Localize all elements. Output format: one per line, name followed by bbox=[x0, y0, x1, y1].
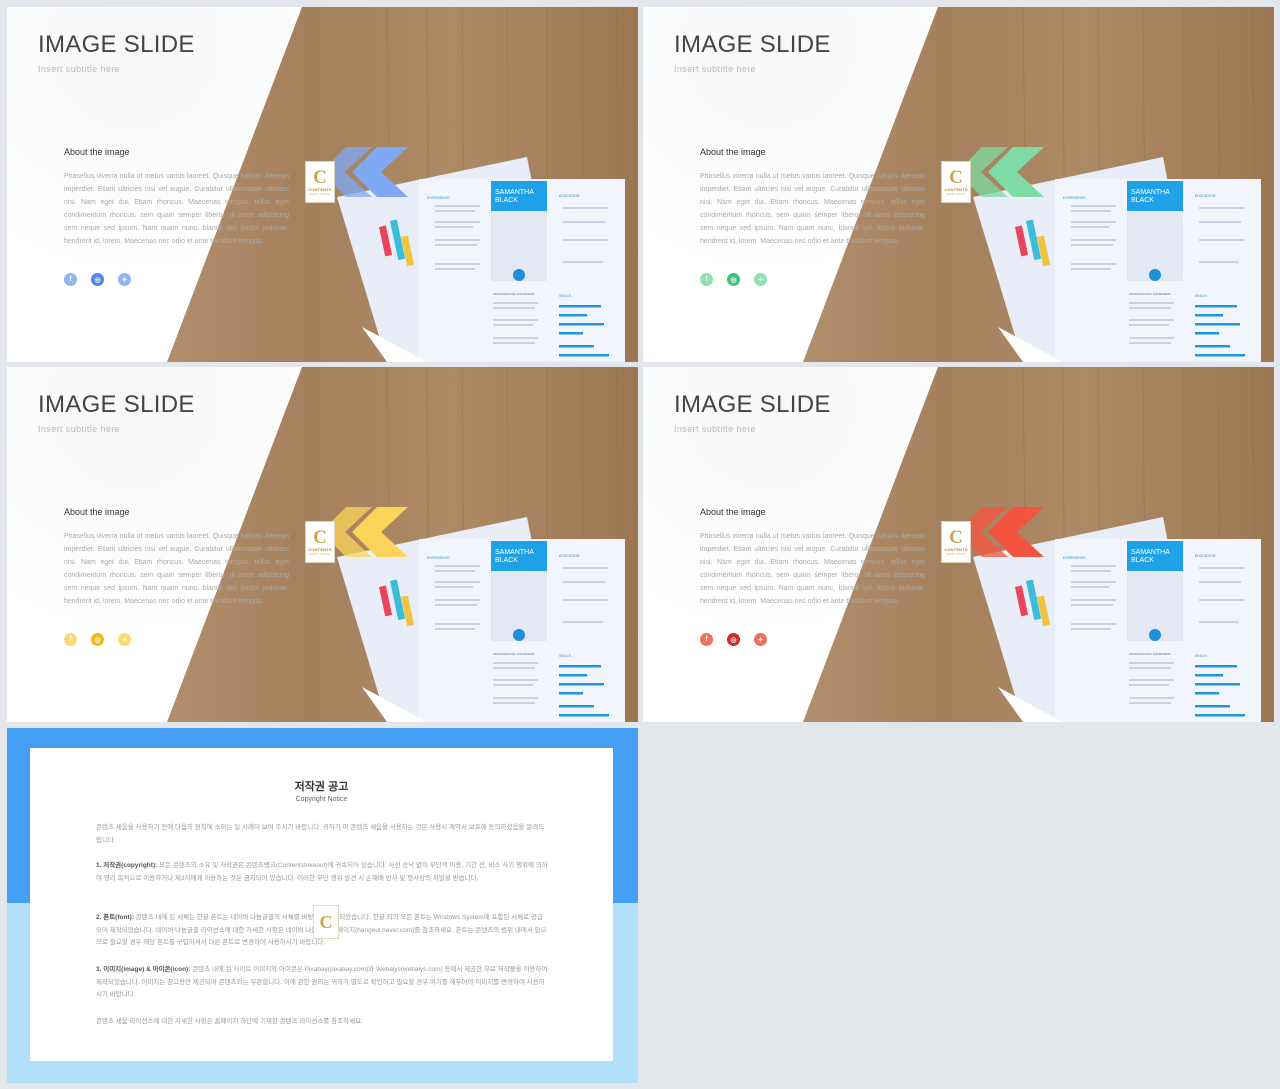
facebook-icon[interactable]: f bbox=[700, 273, 713, 286]
logo-watermark: C bbox=[313, 905, 339, 939]
resume-name-banner bbox=[491, 541, 547, 571]
logo-subtext: BANK STORE bbox=[946, 551, 966, 556]
slide-subtitle: Insert subtitle here bbox=[38, 64, 121, 74]
about-heading: About the image bbox=[700, 147, 766, 157]
resume-avatar-icon bbox=[513, 629, 525, 641]
social-icons: f ◎ ✦ bbox=[64, 633, 131, 646]
resume-name-banner bbox=[1127, 181, 1183, 211]
about-body-text: Phasellus viverra nulla ut metus varius … bbox=[64, 173, 289, 245]
slide-thumbnail-4[interactable]: SAMANTHA BLACK EXPERIENCE EDUCATION SKIL… bbox=[643, 367, 1274, 722]
brand-logo: C CONTENTS BANK STORE bbox=[305, 161, 335, 203]
slide-subtitle: Insert subtitle here bbox=[674, 64, 757, 74]
brand-logo: C CONTENTS BANK STORE bbox=[941, 521, 971, 563]
resume-section-skills: SKILLS bbox=[559, 654, 572, 658]
slide-thumbnail-3[interactable]: SAMANTHA BLACK EXPERIENCE EDUCATION SKIL… bbox=[7, 367, 638, 722]
resume-section-experience: EXPERIENCE bbox=[427, 556, 450, 560]
resume-section-statement: PROFESSIONAL STATEMENT bbox=[1129, 652, 1171, 656]
notice-card: 저작권 공고 Copyright Notice 콘텐츠 세움을 사용하기 전에 … bbox=[30, 748, 613, 1061]
resume-name-line1: SAMANTHA bbox=[495, 549, 534, 556]
social-icons: f ◎ ✦ bbox=[700, 633, 767, 646]
notice-item-label: 1. 저작권(copyright): bbox=[96, 862, 158, 869]
twitter-icon[interactable]: ✦ bbox=[118, 633, 131, 646]
logo-letter: C bbox=[949, 166, 963, 188]
instagram-icon[interactable]: ◎ bbox=[91, 633, 104, 646]
notice-title: 저작권 공고 bbox=[294, 781, 349, 793]
slide-thumbnail-2[interactable]: SAMANTHA BLACK EXPERIENCE EDUCATION SKIL… bbox=[643, 7, 1274, 362]
notice-item-copyright: 1. 저작권(copyright): 모든 콘텐츠의 소유 및 저작권은 콘텐츠… bbox=[96, 860, 548, 885]
notice-footer: 콘텐츠 세움 라이선스에 대한 자세한 사항은 홈페이지 하단에 기재된 콘텐츠… bbox=[96, 1018, 363, 1025]
resume-name-line2: BLACK bbox=[1131, 197, 1154, 204]
instagram-icon[interactable]: ◎ bbox=[91, 273, 104, 286]
twitter-icon[interactable]: ✦ bbox=[754, 633, 767, 646]
notice-intro: 콘텐츠 세움을 사용하기 전에 다음의 원칙에 소하는 일 사례이 보여 주시기… bbox=[96, 824, 545, 844]
notice-subtitle: Copyright Notice bbox=[295, 796, 348, 803]
logo-subtext: BANK STORE bbox=[310, 551, 330, 556]
slide-thumbnail-copyright-notice[interactable]: 저작권 공고 Copyright Notice 콘텐츠 세움을 사용하기 전에 … bbox=[7, 728, 638, 1083]
resume-section-education: EDUCATION bbox=[559, 194, 580, 198]
logo-letter: C bbox=[949, 526, 963, 548]
about-heading: About the image bbox=[700, 507, 766, 517]
slide-title: IMAGE SLIDE bbox=[38, 391, 195, 418]
logo-subtext: BANK STORE bbox=[946, 191, 966, 196]
notice-item-text: 모든 콘텐츠의 소유 및 저작권은 콘텐츠뱅크(Contentstokeout)… bbox=[96, 862, 548, 882]
resume-section-statement: PROFESSIONAL STATEMENT bbox=[493, 292, 535, 296]
logo-letter: C bbox=[313, 526, 327, 548]
slide-title: IMAGE SLIDE bbox=[674, 391, 831, 418]
logo-letter: C bbox=[313, 166, 327, 188]
logo-subtext: BANK STORE bbox=[310, 191, 330, 196]
resume-section-education: EDUCATION bbox=[1195, 554, 1216, 558]
resume-name-line1: SAMANTHA bbox=[1131, 189, 1170, 196]
resume-name-banner bbox=[1127, 541, 1183, 571]
facebook-icon[interactable]: f bbox=[64, 633, 77, 646]
resume-name-line1: SAMANTHA bbox=[1131, 549, 1170, 556]
resume-section-skills: SKILLS bbox=[1195, 294, 1208, 298]
resume-section-statement: PROFESSIONAL STATEMENT bbox=[1129, 292, 1171, 296]
facebook-icon[interactable]: f bbox=[700, 633, 713, 646]
resume-name-line1: SAMANTHA bbox=[495, 189, 534, 196]
about-body-text: Phasellus viverra nulla ut metus varius … bbox=[700, 533, 925, 605]
instagram-icon[interactable]: ◎ bbox=[727, 273, 740, 286]
logo-letter: C bbox=[319, 911, 333, 932]
slide-thumbnail-grid: SAMANTHA BLACK EXPERIENCE EDUCATION SKIL… bbox=[0, 0, 1280, 1089]
slide-thumbnail-1[interactable]: SAMANTHA BLACK EXPERIENCE EDUCATION SKIL… bbox=[7, 7, 638, 362]
resume-avatar-icon bbox=[1149, 269, 1161, 281]
about-heading: About the image bbox=[64, 147, 130, 157]
slide-subtitle: Insert subtitle here bbox=[674, 424, 757, 434]
resume-section-experience: EXPERIENCE bbox=[1063, 556, 1086, 560]
social-icons: f ◎ ✦ bbox=[700, 273, 767, 286]
slide-title: IMAGE SLIDE bbox=[38, 31, 195, 58]
resume-section-skills: SKILLS bbox=[559, 294, 572, 298]
resume-section-experience: EXPERIENCE bbox=[1063, 196, 1086, 200]
notice-item-image: 3. 이미지(image) & 아이콘(icon): 콘텐츠 내에 된 사이트 … bbox=[96, 964, 548, 1002]
resume-section-statement: PROFESSIONAL STATEMENT bbox=[493, 652, 535, 656]
twitter-icon[interactable]: ✦ bbox=[118, 273, 131, 286]
slide-title: IMAGE SLIDE bbox=[674, 31, 831, 58]
social-icons: f ◎ ✦ bbox=[64, 273, 131, 286]
resume-name-line2: BLACK bbox=[495, 557, 518, 564]
resume-section-experience: EXPERIENCE bbox=[427, 196, 450, 200]
facebook-icon[interactable]: f bbox=[64, 273, 77, 286]
resume-avatar-icon bbox=[513, 269, 525, 281]
resume-name-banner bbox=[491, 181, 547, 211]
resume-avatar-icon bbox=[1149, 629, 1161, 641]
slide-subtitle: Insert subtitle here bbox=[38, 424, 121, 434]
resume-name-line2: BLACK bbox=[1131, 557, 1154, 564]
resume-name-line2: BLACK bbox=[495, 197, 518, 204]
brand-logo: C CONTENTS BANK STORE bbox=[941, 161, 971, 203]
resume-section-education: EDUCATION bbox=[559, 554, 580, 558]
resume-section-skills: SKILLS bbox=[1195, 654, 1208, 658]
about-body-text: Phasellus viverra nulla ut metus varius … bbox=[64, 533, 289, 605]
about-body-text: Phasellus viverra nulla ut metus varius … bbox=[700, 173, 925, 245]
twitter-icon[interactable]: ✦ bbox=[754, 273, 767, 286]
brand-logo: C CONTENTS BANK STORE bbox=[305, 521, 335, 563]
resume-section-education: EDUCATION bbox=[1195, 194, 1216, 198]
about-heading: About the image bbox=[64, 507, 130, 517]
notice-item-label: 3. 이미지(image) & 아이콘(icon): bbox=[96, 966, 191, 973]
instagram-icon[interactable]: ◎ bbox=[727, 633, 740, 646]
notice-item-label: 2. 폰트(font): bbox=[96, 914, 134, 921]
